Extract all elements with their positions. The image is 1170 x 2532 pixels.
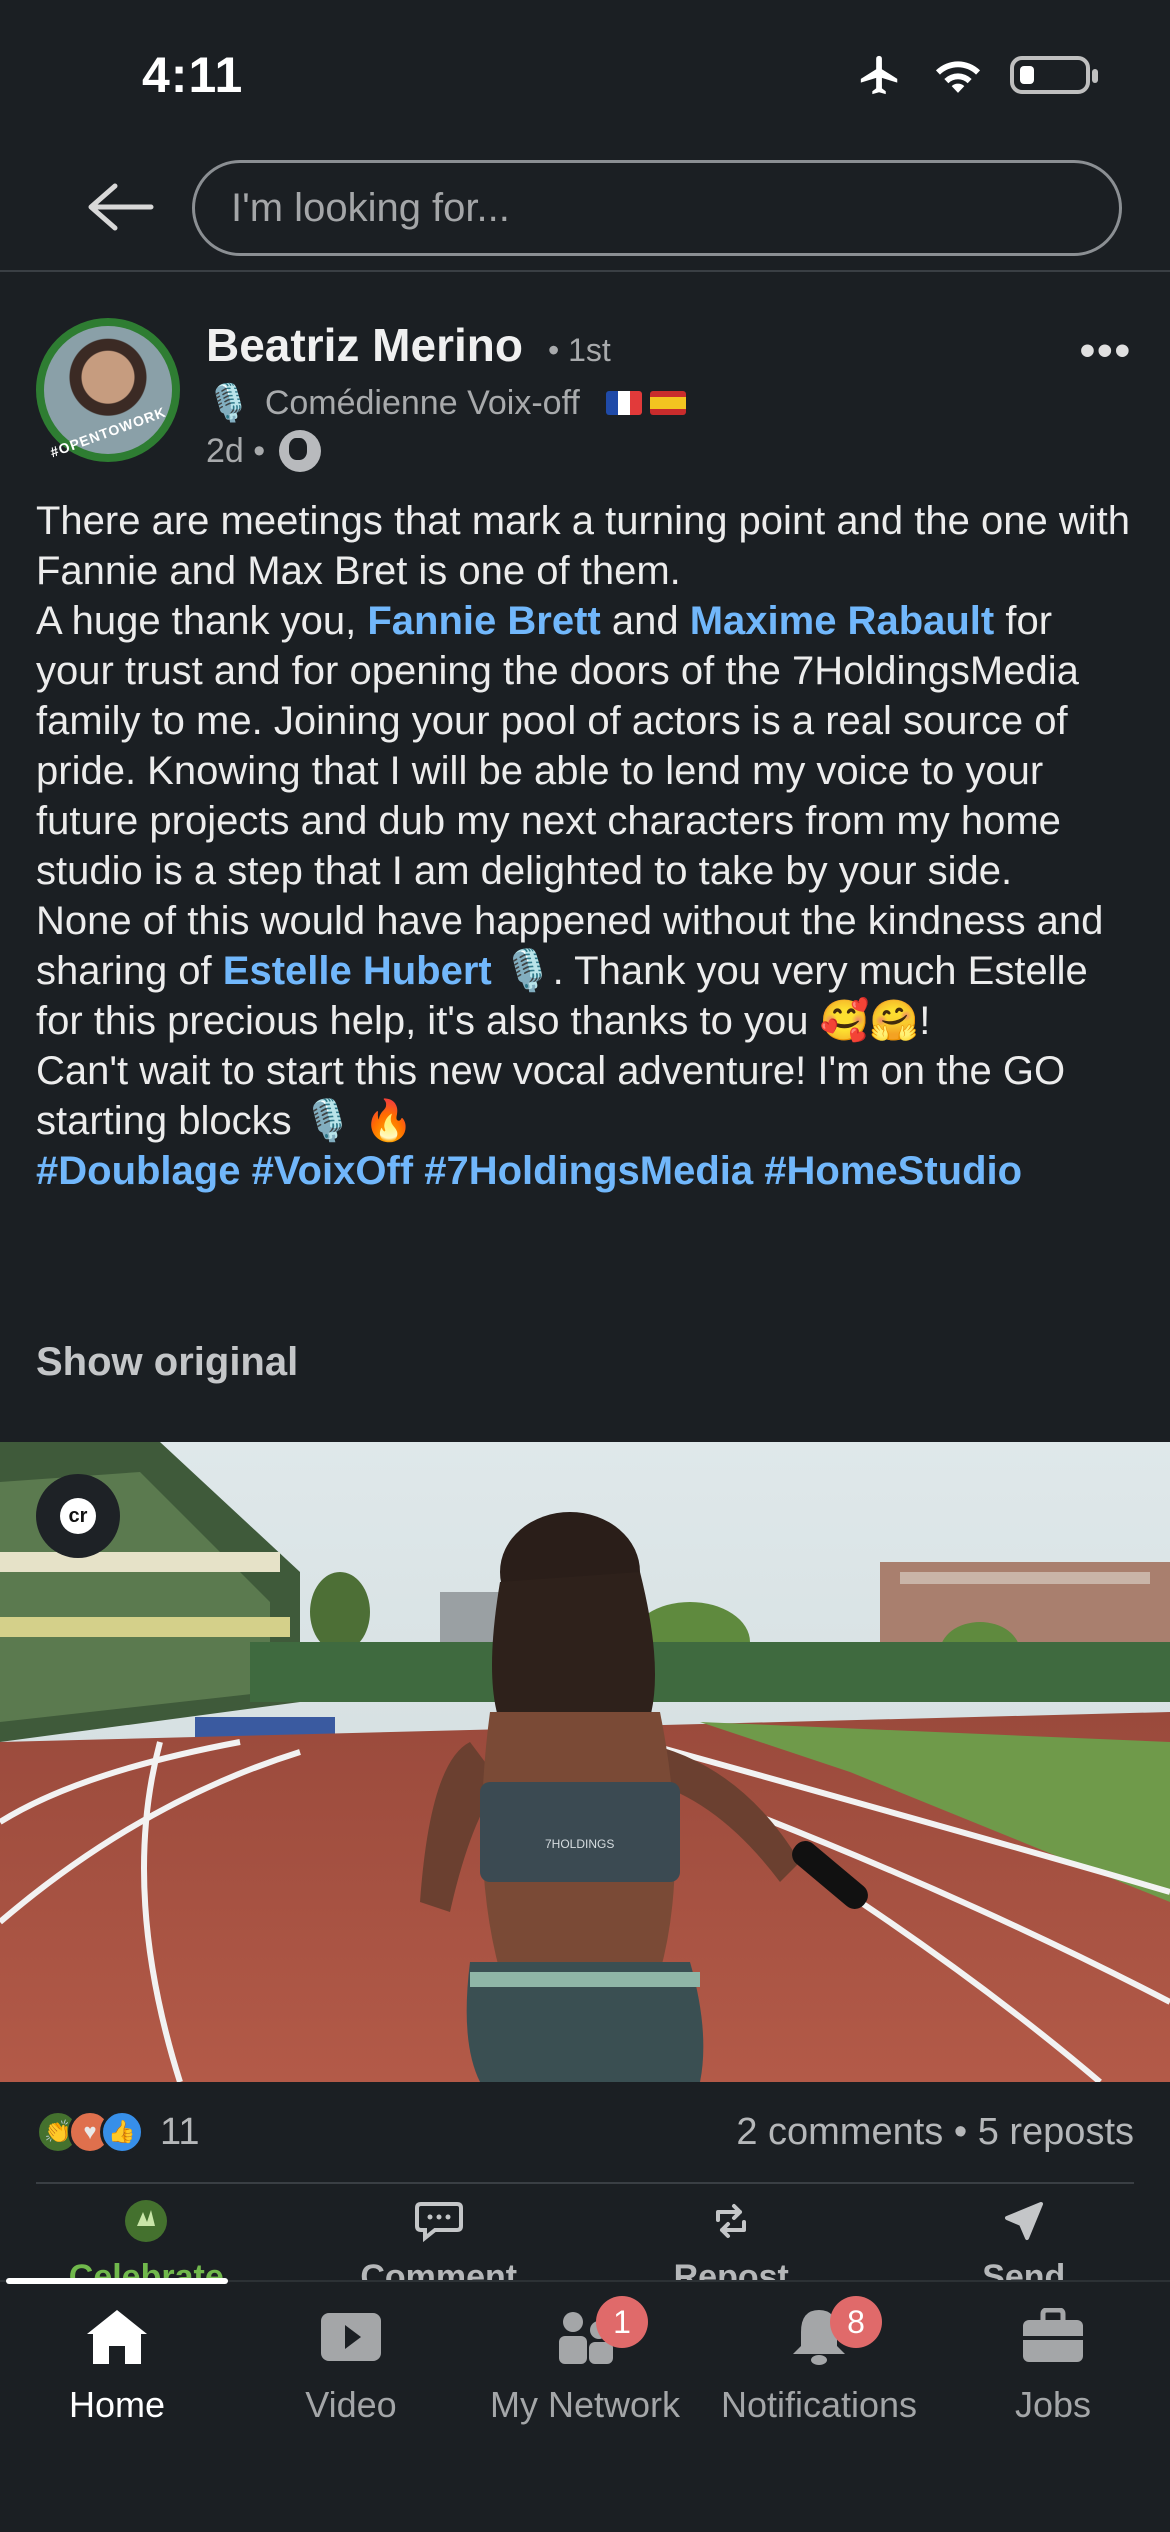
microphone-icon: 🎙️: [206, 382, 251, 423]
search-input[interactable]: [231, 185, 1119, 231]
send-button[interactable]: Send: [878, 2184, 1170, 2280]
tab-video-label: Video: [305, 2384, 397, 2425]
back-button[interactable]: [80, 172, 160, 242]
status-time: 4:11: [142, 47, 244, 103]
wifi-icon: [935, 61, 981, 93]
post-paragraph: A huge thank you, Fannie Brett and Maxim…: [36, 596, 1136, 896]
notifications-badge: 8: [830, 2296, 882, 2348]
celebrate-label: Celebrate: [68, 2258, 224, 2280]
search-header: [0, 150, 1170, 272]
battery-icon: [1010, 56, 1098, 94]
celebrate-button[interactable]: Celebrate: [0, 2184, 293, 2280]
reactions-summary[interactable]: 👏 ♥ 👍 11: [36, 2110, 199, 2154]
repost-button[interactable]: Repost: [585, 2184, 878, 2280]
tab-jobs[interactable]: Jobs: [936, 2282, 1170, 2442]
author-name[interactable]: Beatriz Merino: [206, 318, 523, 372]
repost-icon: [708, 2198, 754, 2244]
hashtags[interactable]: #Doublage #VoixOff #7HoldingsMedia #Home…: [36, 1146, 1136, 1196]
tab-video[interactable]: Video: [234, 2282, 468, 2442]
spain-flag-icon: [649, 391, 686, 415]
status-icons: [854, 52, 1098, 98]
post-paragraph: None of this would have happened without…: [36, 896, 1136, 1046]
mention-link[interactable]: Maxime Rabault: [690, 599, 995, 643]
globe-icon: [279, 430, 322, 472]
content-credentials-badge[interactable]: cr: [36, 1474, 120, 1558]
search-box[interactable]: [192, 160, 1122, 256]
tab-notifications-label: Notifications: [720, 2384, 918, 2425]
app-screen: 4:11 #OPENTOWORK Beatriz Merino • 1st 🎙️…: [0, 0, 1170, 2532]
comment-button[interactable]: Comment: [293, 2184, 586, 2280]
text-span: for your trust and for opening the doors…: [36, 599, 1079, 893]
status-bar: 4:11: [0, 0, 1170, 150]
network-badge: 1: [596, 2296, 648, 2348]
author-headline: 🎙️ Comédienne Voix-off: [206, 382, 686, 424]
headline-text: Comédienne Voix-off: [264, 383, 580, 422]
post-image[interactable]: 7HOLDINGS: [0, 1442, 1170, 2082]
post-paragraph: Can't wait to start this new vocal adven…: [36, 1049, 1066, 1143]
comments-reposts-count[interactable]: 2 comments • 5 reposts: [736, 2111, 1134, 2154]
tab-jobs-label: Jobs: [1014, 2384, 1092, 2425]
home-icon: [83, 2302, 151, 2372]
mention-link[interactable]: Estelle Hubert: [223, 949, 492, 993]
tab-my-network[interactable]: 1 My Network: [468, 2282, 702, 2442]
social-counts: 👏 ♥ 👍 11 2 comments • 5 reposts: [36, 2100, 1134, 2164]
post-time: 2d •: [206, 431, 266, 470]
cr-label: cr: [60, 1498, 96, 1534]
post-meta: 2d •: [206, 430, 322, 472]
like-reaction-icon: 👍: [100, 2110, 144, 2154]
france-flag-icon: [605, 391, 642, 415]
tab-home[interactable]: Home: [0, 2282, 234, 2442]
bottom-tab-bar: Home Video 1 My Network 8 Notifications …: [0, 2278, 1170, 2532]
connection-degree: • 1st: [548, 332, 611, 368]
send-icon: [1001, 2198, 1047, 2244]
comment-label: Comment: [360, 2258, 518, 2280]
more-options-button[interactable]: •••: [1080, 326, 1132, 376]
tab-my-network-label: My Network: [489, 2384, 681, 2425]
repost-label: Repost: [673, 2258, 789, 2280]
briefcase-icon: [1021, 2302, 1085, 2372]
arrow-left-icon: [88, 183, 154, 231]
video-icon: [319, 2302, 383, 2372]
text-span: A huge thank you,: [36, 599, 368, 643]
post-body: There are meetings that mark a turning p…: [36, 496, 1136, 1196]
tab-notifications[interactable]: 8 Notifications: [702, 2282, 936, 2442]
post-paragraph: There are meetings that mark a turning p…: [36, 499, 1130, 593]
send-label: Send: [982, 2258, 1066, 2280]
show-original-button[interactable]: Show original: [36, 1340, 298, 1385]
tab-home-label: Home: [68, 2384, 166, 2425]
post-photo: 7HOLDINGS: [0, 1442, 1170, 2082]
airplane-mode-icon: [860, 55, 898, 95]
jersey-text: 7HOLDINGS: [545, 1837, 614, 1851]
flags: [605, 391, 686, 415]
post-action-bar: Celebrate Comment Repost Send: [0, 2184, 1170, 2280]
reaction-count: 11: [160, 2110, 200, 2153]
celebrate-icon: [123, 2198, 169, 2244]
mention-link[interactable]: Fannie Brett: [367, 599, 600, 643]
comment-icon: [413, 2198, 465, 2244]
text-span: and: [600, 599, 690, 643]
